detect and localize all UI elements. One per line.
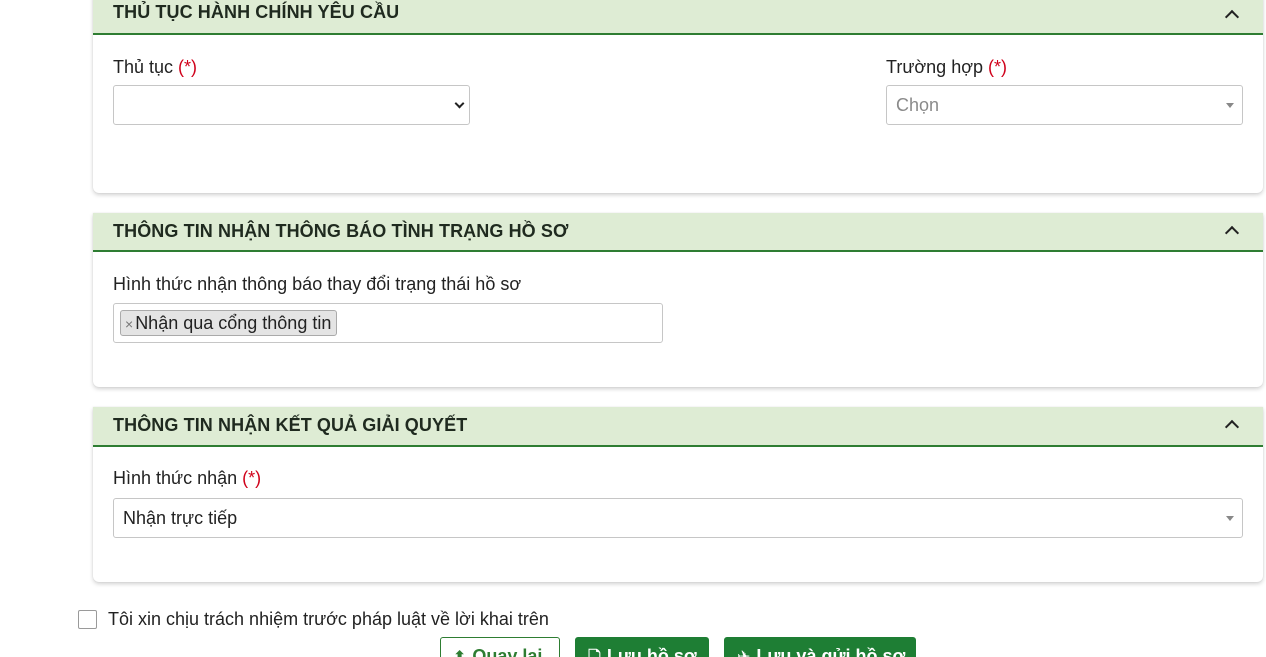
case-select[interactable]: Chọn [886, 85, 1243, 125]
notification-card: THÔNG TIN NHẬN THÔNG BÁO TÌNH TRẠNG HỒ S… [93, 213, 1263, 387]
chevron-down-icon [454, 98, 465, 109]
procedure-label: Thủ tục (*) [113, 57, 197, 78]
tag-remove-icon[interactable]: × [125, 316, 133, 332]
paper-plane-icon: ✈ [737, 647, 750, 657]
notification-card-header[interactable]: THÔNG TIN NHẬN THÔNG BÁO TÌNH TRẠNG HỒ S… [93, 213, 1263, 252]
file-icon: 🗋 [588, 646, 601, 657]
case-select-placeholder: Chọn [896, 95, 940, 115]
result-method-select-value: Nhận trực tiếp [123, 508, 238, 528]
result-card-header[interactable]: THÔNG TIN NHẬN KẾT QUẢ GIẢI QUYẾT [93, 407, 1263, 447]
back-button[interactable]: ⬆ Quay lại [440, 637, 560, 657]
arrow-up-icon: ⬆ [453, 647, 466, 657]
chevron-up-icon[interactable] [1224, 419, 1240, 435]
save-and-send-button[interactable]: ✈ Lưu và gửi hồ sơ [724, 637, 916, 657]
result-method-select[interactable]: Nhận trực tiếp [113, 498, 1243, 538]
case-label-text: Trường hợp [886, 57, 984, 77]
chevron-up-icon[interactable] [1224, 225, 1240, 241]
notification-card-title: THÔNG TIN NHẬN THÔNG BÁO TÌNH TRẠNG HỒ S… [113, 221, 569, 241]
selected-tag: × Nhận qua cổng thông tin [120, 310, 338, 336]
commitment-checkbox[interactable] [78, 610, 97, 629]
required-mark: (*) [178, 57, 198, 77]
caret-down-icon [1226, 103, 1234, 108]
result-card: THÔNG TIN NHẬN KẾT QUẢ GIẢI QUYẾT Hình t… [93, 407, 1263, 582]
procedure-card-header[interactable]: THỦ TỤC HÀNH CHÍNH YÊU CẦU [93, 0, 1263, 35]
save-and-send-button-label: Lưu và gửi hồ sơ [756, 646, 906, 657]
result-method-label-text: Hình thức nhận [113, 468, 238, 488]
result-card-title: THÔNG TIN NHẬN KẾT QUẢ GIẢI QUYẾT [113, 415, 468, 435]
save-button[interactable]: 🗋 Lưu hồ sơ [575, 637, 709, 657]
selected-tag-label: Nhận qua cổng thông tin [135, 313, 332, 333]
notification-method-label: Hình thức nhận thông báo thay đổi trạng … [113, 274, 522, 294]
procedure-card-title: THỦ TỤC HÀNH CHÍNH YÊU CẦU [113, 2, 400, 22]
commitment-label[interactable]: Tôi xin chịu trách nhiệm trước pháp luật… [108, 609, 549, 630]
required-mark: (*) [988, 57, 1008, 77]
back-button-label: Quay lại [472, 646, 543, 657]
notification-method-multiselect[interactable]: × Nhận qua cổng thông tin [113, 303, 663, 343]
result-method-label: Hình thức nhận (*) [113, 468, 261, 489]
procedure-label-text: Thủ tục [113, 57, 174, 77]
case-label: Trường hợp (*) [886, 57, 1007, 78]
procedure-select[interactable] [113, 85, 470, 125]
required-mark: (*) [242, 468, 262, 488]
chevron-up-icon[interactable] [1224, 9, 1240, 25]
caret-down-icon [1226, 516, 1234, 521]
page: THỦ TỤC HÀNH CHÍNH YÊU CẦU Thủ tục (*) T… [0, 0, 1266, 657]
procedure-card: THỦ TỤC HÀNH CHÍNH YÊU CẦU Thủ tục (*) T… [93, 0, 1263, 193]
save-button-label: Lưu hồ sơ [606, 646, 697, 657]
